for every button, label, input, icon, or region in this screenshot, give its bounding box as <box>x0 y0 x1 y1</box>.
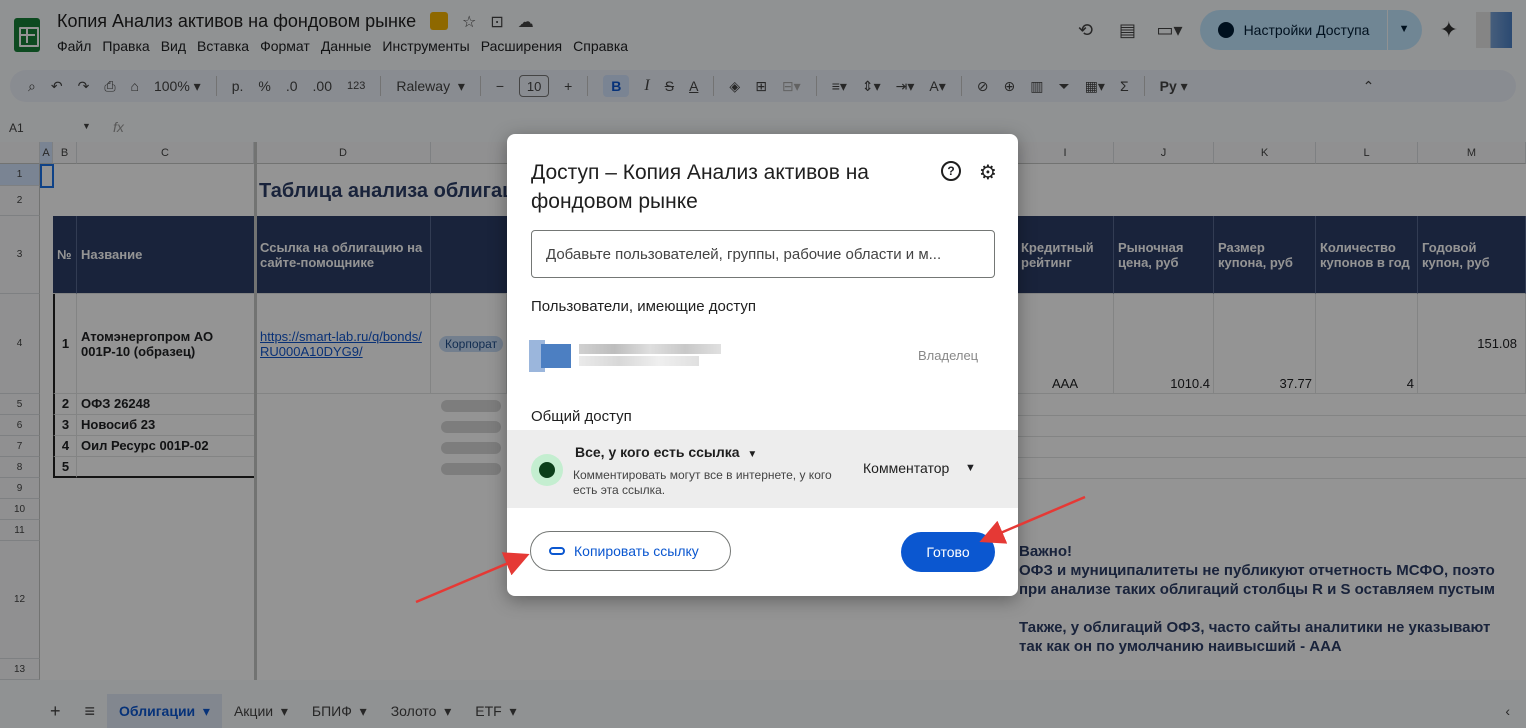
owner-user-blurred <box>529 324 723 380</box>
role-select[interactable]: Комментатор <box>863 460 949 476</box>
dialog-title: Доступ – Копия Анализ активов на фондово… <box>531 161 869 213</box>
owner-role: Владелец <box>918 348 979 363</box>
share-dialog: Доступ – Копия Анализ активов на фондово… <box>507 134 1018 596</box>
chevron-down-icon: ▼ <box>747 449 758 460</box>
done-button[interactable]: Готово <box>901 532 995 572</box>
copy-link-label: Копировать ссылку <box>574 543 699 559</box>
general-access-select[interactable]: Все, у кого есть ссылка ▼ <box>575 444 757 460</box>
chevron-down-icon[interactable]: ▼ <box>965 462 976 474</box>
people-heading: Пользователи, имеющие доступ <box>531 298 757 315</box>
general-access-description: Комментировать могут все в интернете, у … <box>573 468 832 497</box>
general-access-value: Все, у кого есть ссылка <box>575 444 740 460</box>
copy-link-button[interactable]: Копировать ссылку <box>530 531 731 571</box>
add-people-input[interactable]: Добавьте пользователей, группы, рабочие … <box>531 230 995 278</box>
general-access-row: Все, у кого есть ссылка ▼ Комментировать… <box>507 430 1018 508</box>
gear-icon[interactable]: ⚙ <box>979 160 997 185</box>
help-icon[interactable]: ? <box>941 161 961 181</box>
link-icon <box>549 547 565 555</box>
general-access-heading: Общий доступ <box>531 408 632 425</box>
globe-icon <box>531 454 563 486</box>
